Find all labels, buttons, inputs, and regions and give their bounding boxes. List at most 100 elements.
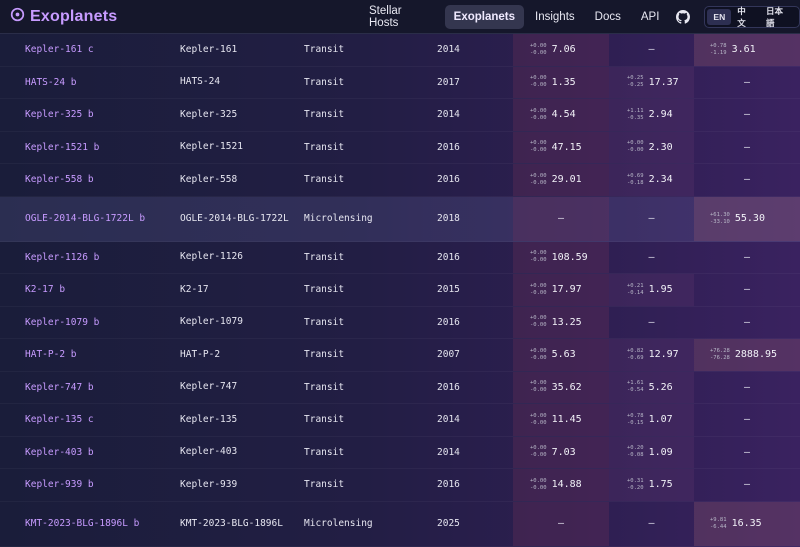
planet-name-link[interactable]: Kepler-325 b	[25, 99, 175, 131]
discovery-year: 2025	[437, 518, 460, 529]
error-upper: +0.00	[530, 282, 547, 289]
table-row[interactable]: Kepler-747 b Kepler-747 Transit 2016 +0.00 -0…	[0, 371, 800, 404]
error-upper: +0.00	[530, 477, 547, 484]
discovery-year: 2016	[437, 479, 460, 491]
v1-value-cell: —	[513, 501, 609, 546]
lang-zh[interactable]: 中文	[731, 2, 760, 32]
v1-value-cell: +0.00 -0.00 35.62	[513, 371, 609, 403]
value: 2.94	[648, 109, 673, 121]
nav-insights[interactable]: Insights	[526, 5, 584, 29]
host-name: K2-17	[180, 283, 209, 295]
error-bounds: +0.25 -0.25	[627, 75, 644, 89]
empty-value: —	[557, 213, 565, 224]
planet-name-link[interactable]: Kepler-1521 b	[25, 132, 175, 164]
error-lower: -0.69	[627, 354, 644, 361]
v3-value-cell: —	[694, 67, 800, 99]
v3-value-cell: —	[694, 242, 800, 274]
table-row[interactable]: Kepler-161 c Kepler-161 Transit 2014 +0.00 -0…	[0, 34, 800, 67]
table-row[interactable]: Kepler-325 b Kepler-325 Transit 2014 +0.00 -0…	[0, 99, 800, 132]
github-icon[interactable]	[676, 10, 691, 24]
nav-stellar-hosts[interactable]: Stellar Hosts	[360, 0, 443, 35]
discovery-method: Transit	[304, 109, 345, 121]
value: 5.26	[648, 381, 673, 393]
table-row[interactable]: Kepler-1126 b Kepler-1126 Transit 2016 +0.00…	[0, 241, 800, 274]
host-name: Kepler-325	[180, 108, 238, 120]
v1-value-cell: +0.00 -0.00 108.59	[513, 241, 609, 273]
nav-exoplanets[interactable]: Exoplanets	[444, 5, 525, 29]
table-row[interactable]: Kepler-135 c Kepler-135 Transit 2014 +0.00 -0…	[0, 404, 800, 437]
discovery-year: 2014	[437, 446, 460, 458]
planet-name-link[interactable]: Kepler-1126 b	[25, 242, 175, 274]
error-upper: +1.11	[627, 107, 644, 114]
discovery-year: 2007	[437, 349, 460, 361]
error-lower: -0.54	[627, 387, 644, 394]
error-upper: +0.00	[530, 412, 547, 419]
planet-name-link[interactable]: HAT-P-2 b	[25, 339, 175, 371]
lang-en[interactable]: EN	[707, 9, 732, 25]
discovery-method: Transit	[304, 44, 345, 56]
error-bounds: +0.69 -0.18	[627, 173, 644, 187]
table-row[interactable]: Kepler-558 b Kepler-558 Transit 2016 +0.00 -0…	[0, 164, 800, 197]
v2-value-cell: +0.78 -0.15 1.07	[609, 404, 694, 436]
empty-value: —	[743, 381, 751, 393]
error-bounds: +0.21 -0.14	[627, 283, 644, 297]
error-lower: -76.28	[710, 354, 730, 361]
v3-value-cell: —	[694, 99, 800, 131]
table-row[interactable]: Kepler-1079 b Kepler-1079 Transit 2016 +0.00…	[0, 306, 800, 339]
table-row[interactable]: K2-17 b K2-17 Transit 2015 +0.00 -0.00 17.97 +0…	[0, 274, 800, 307]
value: 17.37	[648, 76, 679, 88]
v2-value-cell: +0.82 -0.69 12.97	[609, 339, 694, 371]
planet-name-link[interactable]: HATS-24 b	[25, 67, 175, 99]
error-bounds: +0.00 -0.00	[530, 250, 547, 264]
error-lower: -0.00	[530, 82, 547, 89]
planet-name-link[interactable]: Kepler-403 b	[25, 437, 175, 469]
v2-value-cell: —	[609, 502, 694, 546]
error-bounds: +0.00 -0.00	[530, 348, 547, 362]
error-lower: -33.10	[710, 218, 730, 225]
discovery-method: Transit	[304, 414, 345, 426]
table-row[interactable]: Kepler-403 b Kepler-403 Transit 2014 +0.00 -0…	[0, 436, 800, 469]
top-navigation-bar: Exoplanets Stellar Hosts Exoplanets Insi…	[0, 0, 800, 34]
host-name: Kepler-747	[180, 381, 238, 393]
planet-name-link[interactable]: Kepler-1079 b	[25, 307, 175, 339]
error-bounds: +0.00 -0.00	[530, 173, 547, 187]
table-row[interactable]: HATS-24 b HATS-24 Transit 2017 +0.00 -0.00 1.3…	[0, 66, 800, 99]
error-lower: -0.35	[627, 114, 644, 121]
table-row[interactable]: OGLE-2014-BLG-1722L b OGLE-2014-BLG-1722L…	[0, 196, 800, 242]
planet-name-link[interactable]: Kepler-558 b	[25, 164, 175, 196]
error-bounds: +0.20 -0.08	[627, 445, 644, 459]
discovery-year: 2014	[437, 414, 460, 426]
empty-value: —	[743, 141, 751, 153]
discovery-year: 2014	[437, 109, 460, 121]
planet-name-link[interactable]: K2-17 b	[25, 274, 175, 306]
error-lower: -0.00	[530, 179, 547, 186]
empty-value: —	[743, 284, 751, 296]
host-name: HAT-P-2	[180, 348, 221, 360]
error-bounds: +0.00 -0.00	[530, 140, 547, 154]
v2-value-cell: +0.31 -0.20 1.75	[609, 469, 694, 501]
table-row[interactable]: Kepler-939 b Kepler-939 Transit 2016 +0.00 -0…	[0, 469, 800, 502]
table-row[interactable]: HAT-P-2 b HAT-P-2 Transit 2007 +0.00 -0.00 5.6…	[0, 339, 800, 372]
planet-name-link[interactable]: Kepler-747 b	[25, 372, 175, 404]
planet-name-link[interactable]: KMT-2023-BLG-1896L b	[25, 502, 175, 546]
nav-docs[interactable]: Docs	[586, 5, 630, 29]
logo[interactable]: Exoplanets	[10, 7, 117, 27]
error-lower: -6.44	[710, 523, 727, 530]
nav-api[interactable]: API	[632, 5, 669, 29]
error-lower: -0.00	[530, 147, 547, 154]
error-lower: -0.00	[530, 322, 547, 329]
planet-name-link[interactable]: Kepler-939 b	[25, 469, 175, 501]
discovery-year: 2016	[437, 316, 460, 328]
site-title: Exoplanets	[30, 7, 118, 25]
table-row[interactable]: Kepler-1521 b Kepler-1521 Transit 2016 +0.00…	[0, 131, 800, 164]
planet-name-link[interactable]: Kepler-135 c	[25, 404, 175, 436]
planet-name-link[interactable]: Kepler-161 c	[25, 34, 175, 66]
error-bounds: +0.00 -0.00	[530, 75, 547, 89]
error-lower: -0.00	[530, 419, 547, 426]
error-lower: -0.14	[627, 289, 644, 296]
lang-ja[interactable]: 日本語	[760, 2, 797, 32]
table-row[interactable]: KMT-2023-BLG-1896L b KMT-2023-BLG-1896L Mi…	[0, 501, 800, 547]
host-name: KMT-2023-BLG-1896L	[180, 517, 283, 529]
v1-value-cell: +0.00 -0.00 4.54	[513, 99, 609, 131]
planet-name-link[interactable]: OGLE-2014-BLG-1722L b	[25, 197, 175, 241]
